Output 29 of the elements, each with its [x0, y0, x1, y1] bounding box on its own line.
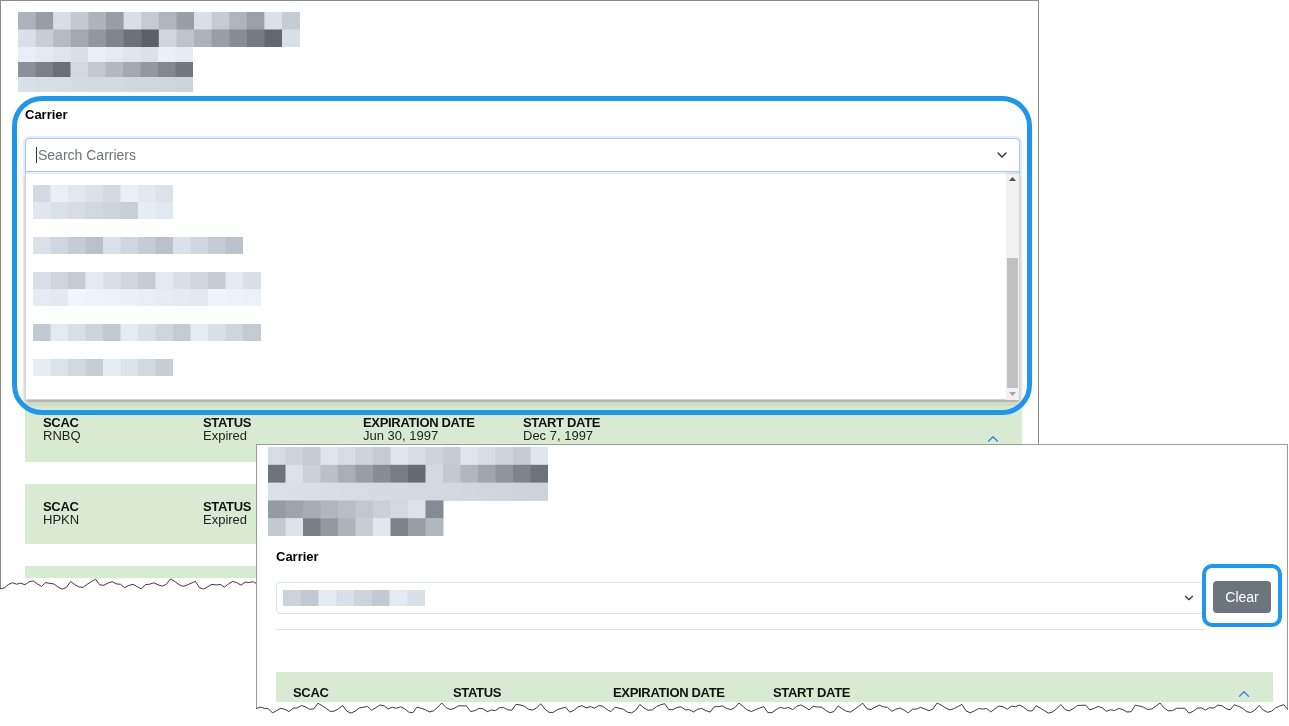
pixelated-option[interactable] [33, 324, 261, 341]
field-label: Carrier [276, 550, 319, 564]
pixelated-option[interactable] [33, 237, 243, 254]
text-cursor-icon [36, 147, 37, 163]
field-label: SCAC [293, 686, 329, 699]
field-value: Expired [203, 429, 248, 442]
field-label: STATUS [203, 500, 252, 513]
result-row[interactable]: SCAC HPKN STATUS Expired [25, 484, 256, 544]
result-row[interactable]: SCAC STATUS EXPIRATION DATE START DATE [276, 672, 1273, 702]
carrier-select[interactable]: Search Carriers [25, 138, 1020, 172]
pixelated-option[interactable] [33, 359, 173, 376]
field-value: RNBQ [43, 429, 81, 442]
field-label: Carrier [25, 108, 68, 122]
pixelated-option[interactable] [33, 272, 261, 306]
field-label: EXPIRATION DATE [363, 416, 475, 429]
field-label: EXPIRATION DATE [613, 686, 725, 699]
field-label: START DATE [523, 416, 601, 429]
pixelated-option[interactable] [33, 185, 173, 219]
scrollbar[interactable] [1006, 172, 1019, 400]
field-label: SCAC [43, 500, 79, 513]
field-label: SCAC [43, 416, 79, 429]
field-value: Expired [203, 513, 248, 526]
field-label: STATUS [453, 686, 502, 699]
clear-button[interactable]: Clear [1213, 581, 1271, 613]
field-value: Jun 30, 1997 [363, 429, 439, 442]
field-label: STATUS [203, 416, 252, 429]
field-label: START DATE [773, 686, 851, 699]
field-value: HPKN [43, 513, 80, 526]
field-value: Dec 7, 1997 [523, 429, 594, 442]
